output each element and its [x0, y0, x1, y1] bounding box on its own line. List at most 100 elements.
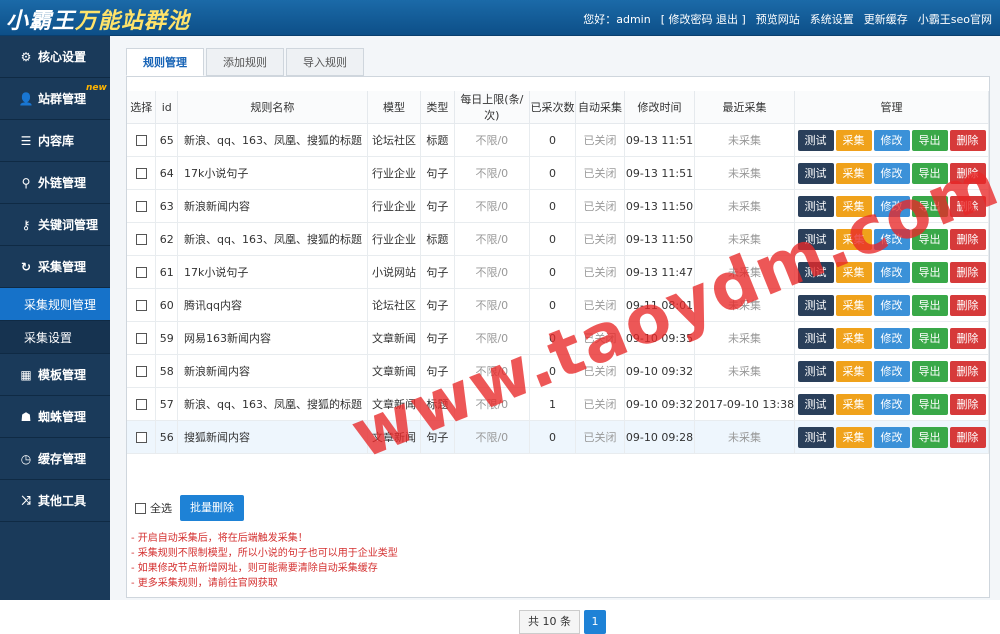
row-checkbox[interactable] — [135, 432, 147, 443]
edit-button[interactable]: 修改 — [873, 393, 910, 415]
edit-button[interactable]: 修改 — [873, 426, 910, 448]
collect-button[interactable]: 采集 — [835, 360, 872, 382]
edit-button[interactable]: 修改 — [873, 228, 910, 250]
export-button[interactable]: 导出 — [911, 426, 948, 448]
export-button[interactable]: 导出 — [911, 162, 948, 184]
edit-button[interactable]: 修改 — [873, 261, 910, 283]
select-cell — [127, 123, 157, 157]
change-password-logout-link[interactable]: [ 修改密码 退出 ] — [661, 11, 746, 27]
sidebar-item-items2[interactable]: ☰ 内容库 — [0, 120, 110, 162]
row-checkbox[interactable] — [135, 267, 147, 278]
cell-last: 未采集 — [694, 354, 796, 388]
delete-button[interactable]: 删除 — [949, 195, 986, 217]
select-all-checkbox[interactable] — [135, 502, 146, 514]
sidebar-subitem-0[interactable]: 采集规则管理 — [0, 288, 110, 321]
cell-mtime: 09-10 09:32 — [624, 354, 695, 388]
export-button[interactable]: 导出 — [911, 261, 948, 283]
edit-button[interactable]: 修改 — [873, 360, 910, 382]
collect-button[interactable]: 采集 — [835, 393, 872, 415]
test-button[interactable]: 测试 — [797, 228, 834, 250]
sidebar-item-items1[interactable]: 👤 站群管理 new — [0, 78, 110, 120]
export-button[interactable]: 导出 — [911, 129, 948, 151]
windows-icon: ▦ — [20, 367, 32, 382]
row-checkbox[interactable] — [135, 300, 147, 311]
android-icon: ☗ — [20, 409, 32, 424]
edit-button[interactable]: 修改 — [873, 294, 910, 316]
test-button[interactable]: 测试 — [797, 327, 834, 349]
delete-button[interactable]: 删除 — [949, 129, 986, 151]
test-button[interactable]: 测试 — [797, 393, 834, 415]
row-checkbox[interactable] — [135, 168, 147, 179]
test-button[interactable]: 测试 — [797, 129, 834, 151]
sidebar-item-items_after3[interactable]: ⤨ 其他工具 — [0, 480, 110, 522]
collect-button[interactable]: 采集 — [835, 162, 872, 184]
sidebar-item-items5[interactable]: ↻ 采集管理 — [0, 246, 110, 288]
actions-cell: 测试 采集 修改 导出 删除 — [794, 387, 989, 421]
system-settings-link[interactable]: 系统设置 — [810, 11, 854, 27]
test-button[interactable]: 测试 — [797, 162, 834, 184]
delete-button[interactable]: 删除 — [949, 294, 986, 316]
delete-button[interactable]: 删除 — [949, 393, 986, 415]
sidebar-subitem-1[interactable]: 采集设置 — [0, 321, 110, 354]
collect-button[interactable]: 采集 — [835, 327, 872, 349]
delete-button[interactable]: 删除 — [949, 261, 986, 283]
rules-panel: 选择 id 规则名称 模型 类型 每日上限(条/次) 已采次数 自动采集 修改时间 最近采集 管理 … — [126, 76, 990, 634]
edit-button[interactable]: 修改 — [873, 327, 910, 349]
export-button[interactable]: 导出 — [911, 195, 948, 217]
page-1-button[interactable]: 1 — [584, 610, 606, 634]
cell-auto: 已关闭 — [575, 420, 626, 454]
cell-count: 0 — [529, 420, 576, 454]
test-button[interactable]: 测试 — [797, 426, 834, 448]
sidebar-item-items_after0[interactable]: ▦ 模板管理 — [0, 354, 110, 396]
export-button[interactable]: 导出 — [911, 228, 948, 250]
delete-button[interactable]: 删除 — [949, 426, 986, 448]
delete-button[interactable]: 删除 — [949, 327, 986, 349]
sidebar-item-items_after1[interactable]: ☗ 蜘蛛管理 — [0, 396, 110, 438]
official-site-link[interactable]: 小霸王seo官网 — [918, 11, 992, 27]
test-button[interactable]: 测试 — [797, 294, 834, 316]
cell-last: 未采集 — [694, 222, 796, 256]
cell-count: 0 — [529, 255, 576, 289]
row-checkbox[interactable] — [135, 366, 147, 377]
row-checkbox[interactable] — [135, 333, 147, 344]
delete-button[interactable]: 删除 — [949, 228, 986, 250]
row-checkbox[interactable] — [135, 234, 147, 245]
collect-button[interactable]: 采集 — [835, 228, 872, 250]
collect-button[interactable]: 采集 — [835, 426, 872, 448]
edit-button[interactable]: 修改 — [873, 129, 910, 151]
tab-0[interactable]: 规则管理 — [126, 48, 204, 76]
preview-site-link[interactable]: 预览网站 — [756, 11, 800, 27]
tab-2[interactable]: 导入规则 — [286, 48, 364, 76]
export-button[interactable]: 导出 — [911, 327, 948, 349]
test-button[interactable]: 测试 — [797, 195, 834, 217]
select-cell — [127, 321, 157, 355]
sidebar-item-items4[interactable]: ⚷ 关键词管理 — [0, 204, 110, 246]
actions-cell: 测试 采集 修改 导出 删除 — [794, 222, 989, 256]
test-button[interactable]: 测试 — [797, 261, 834, 283]
edit-button[interactable]: 修改 — [873, 162, 910, 184]
sidebar-item-label: 采集管理 — [38, 260, 87, 274]
cell-id: 62 — [155, 222, 179, 256]
export-button[interactable]: 导出 — [911, 393, 948, 415]
collect-button[interactable]: 采集 — [835, 294, 872, 316]
sidebar-item-items3[interactable]: ⚲ 外链管理 — [0, 162, 110, 204]
collect-button[interactable]: 采集 — [835, 129, 872, 151]
cell-auto: 已关闭 — [575, 387, 626, 421]
table-row: 56 搜狐新闻内容 文章新闻 句子 不限/0 0 已关闭 09-10 09:28 未采集 测试 采集… — [127, 420, 989, 454]
row-checkbox[interactable] — [135, 135, 147, 146]
delete-button[interactable]: 删除 — [949, 162, 986, 184]
sidebar-item-items_after2[interactable]: ◷ 缓存管理 — [0, 438, 110, 480]
row-checkbox[interactable] — [135, 201, 147, 212]
bulk-delete-button[interactable]: 批量删除 — [180, 495, 244, 521]
export-button[interactable]: 导出 — [911, 360, 948, 382]
row-checkbox[interactable] — [135, 399, 147, 410]
test-button[interactable]: 测试 — [797, 360, 834, 382]
collect-button[interactable]: 采集 — [835, 261, 872, 283]
tab-1[interactable]: 添加规则 — [206, 48, 284, 76]
edit-button[interactable]: 修改 — [873, 195, 910, 217]
update-cache-link[interactable]: 更新缓存 — [864, 11, 908, 27]
export-button[interactable]: 导出 — [911, 294, 948, 316]
collect-button[interactable]: 采集 — [835, 195, 872, 217]
delete-button[interactable]: 删除 — [949, 360, 986, 382]
sidebar-item-items0[interactable]: ⚙ 核心设置 — [0, 36, 110, 78]
